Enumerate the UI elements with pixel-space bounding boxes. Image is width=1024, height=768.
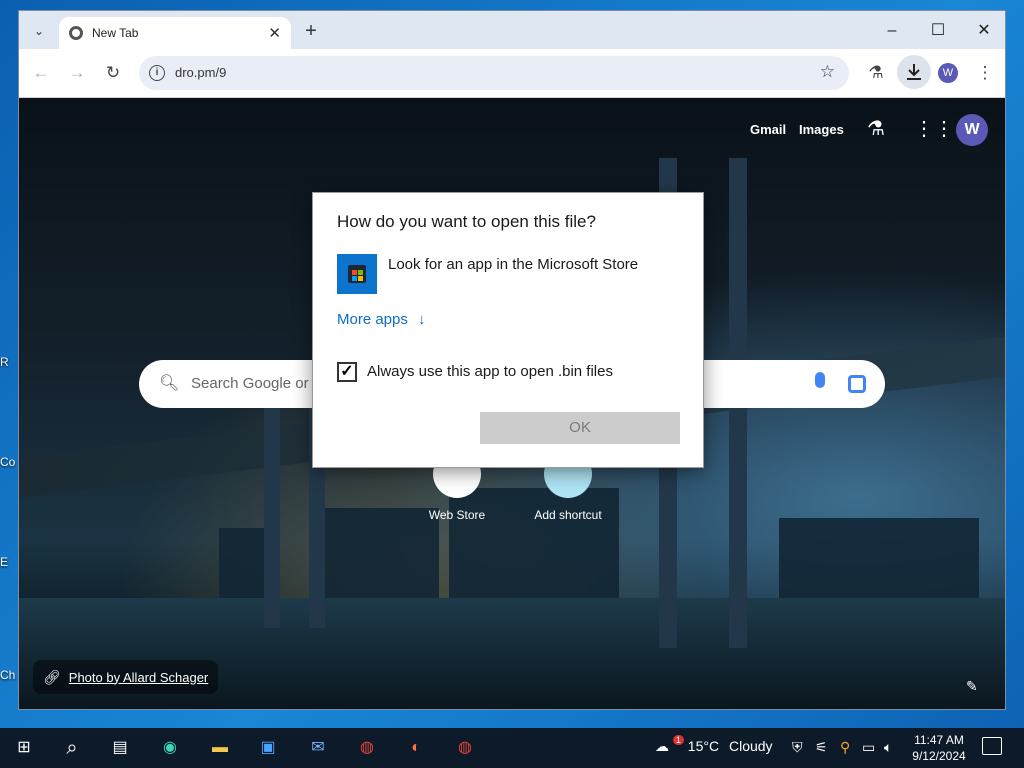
photo-credit-text: Photo by Allard Schager <box>68 669 209 685</box>
browser-toolbar: ← → ↻ i dro.pm/9 ☆ ⚗ W ⋮ <box>19 49 1005 98</box>
desktop-icon-label[interactable]: E <box>0 555 8 569</box>
profile-avatar[interactable]: W <box>938 63 958 83</box>
tab-title: New Tab <box>92 26 139 40</box>
display-icon[interactable]: ▭ <box>862 739 875 756</box>
dialog-title: How do you want to open this file? <box>337 212 596 231</box>
forward-arrow-icon[interactable]: → <box>65 61 89 85</box>
background-bridge-tower <box>264 388 280 628</box>
shortcut-label: Add shortcut <box>534 508 602 522</box>
tab-search-icon[interactable]: ⌄ <box>27 19 51 43</box>
more-apps-label: More apps <box>337 311 408 328</box>
clock-time: 11:47 AM <box>914 733 964 747</box>
open-with-dialog: How do you want to open this file? Look … <box>312 192 704 468</box>
new-tab-button[interactable]: + <box>299 19 323 43</box>
store-bag-icon <box>348 265 366 283</box>
security-icon[interactable]: ⛨ <box>792 739 803 756</box>
tab-close-icon[interactable]: ✕ <box>268 24 281 42</box>
customize-pencil-icon[interactable]: ✎ <box>966 678 978 695</box>
store-option-label[interactable]: Look for an app in the Microsoft Store <box>388 256 638 273</box>
desktop-icon-label[interactable]: Co <box>0 455 15 469</box>
url-text[interactable]: dro.pm/9 <box>175 65 226 80</box>
shortcut-label: Web Store <box>428 508 486 522</box>
address-bar[interactable]: i dro.pm/9 ☆ <box>139 56 849 90</box>
site-info-icon[interactable]: i <box>149 65 165 81</box>
reload-icon[interactable]: ↻ <box>101 61 125 85</box>
network-icon[interactable]: ⚟ <box>815 739 828 756</box>
mail-icon[interactable]: ✉ <box>306 736 330 760</box>
always-use-label[interactable]: Always use this app to open .bin files <box>367 363 613 380</box>
system-clock[interactable]: 11:47 AM 9/12/2024 <box>908 732 970 764</box>
labs-flask-icon[interactable]: ⚗ <box>867 116 885 141</box>
tab-strip: ⌄ New Tab ✕ + – ☐ ✕ <box>19 11 1005 49</box>
firefox-icon[interactable]: ◐ <box>404 736 428 760</box>
clock-date: 9/12/2024 <box>912 749 966 763</box>
photo-credit-link[interactable]: 🔗︎ Photo by Allard Schager <box>33 660 219 694</box>
notification-center-icon[interactable] <box>982 737 1002 755</box>
images-link[interactable]: Images <box>799 122 844 137</box>
back-arrow-icon[interactable]: ← <box>29 61 53 85</box>
gmail-link[interactable]: Gmail <box>750 122 786 137</box>
link-icon: 🔗︎ <box>43 668 61 685</box>
search-tray-icon[interactable]: ⚲ <box>840 739 850 756</box>
ok-button[interactable]: OK <box>480 412 680 444</box>
ntp-profile-avatar[interactable]: W <box>956 114 988 146</box>
search-icon: 🔍︎ <box>159 375 180 392</box>
cloud-icon: ☁ <box>655 738 669 754</box>
windows-taskbar: ⊞ ⌕ ▤ ◉ ▬ ▣ ✉ ◍ ◐ ◍ ☁ 1 15°C Cloudy ⛨ ⚟ … <box>0 728 1024 768</box>
edge-icon[interactable]: ◉ <box>158 736 182 760</box>
desktop-icon-label[interactable]: Ch <box>0 668 15 682</box>
download-icon <box>907 64 921 80</box>
weather-widget[interactable]: ☁ 1 15°C Cloudy <box>655 735 773 755</box>
weather-desc: Cloudy <box>728 738 773 754</box>
start-windows-icon[interactable]: ⊞ <box>12 736 36 760</box>
google-lens-icon[interactable] <box>848 375 866 393</box>
labs-flask-icon[interactable]: ⚗ <box>864 61 888 85</box>
chrome-icon[interactable]: ◍ <box>355 736 379 760</box>
desktop-icon-label[interactable]: R <box>0 355 9 369</box>
tab-new-tab[interactable]: New Tab ✕ <box>59 17 291 49</box>
chrome-favicon-icon <box>69 26 83 40</box>
maximize-button[interactable]: ☐ <box>915 17 961 45</box>
search-icon[interactable]: ⌕ <box>60 736 84 760</box>
search-placeholder: Search Google or <box>191 375 309 392</box>
voice-search-mic-icon[interactable] <box>815 372 825 388</box>
file-explorer-icon[interactable]: ▬ <box>208 736 232 760</box>
background-city <box>779 518 979 598</box>
minimize-button[interactable]: – <box>869 17 915 45</box>
store-icon[interactable]: ▣ <box>256 736 280 760</box>
microsoft-store-icon[interactable] <box>337 254 377 294</box>
task-view-icon[interactable]: ▤ <box>108 736 132 760</box>
more-apps-link[interactable]: More apps ↓ <box>337 311 426 328</box>
arrow-down-icon: ↓ <box>418 311 426 328</box>
bookmark-star-icon[interactable]: ☆ <box>820 62 835 82</box>
chrome-dev-icon[interactable]: ◍ <box>453 736 477 760</box>
menu-kebab-icon[interactable]: ⋮ <box>973 61 997 85</box>
downloads-button[interactable] <box>897 55 931 89</box>
weather-badge: 1 <box>672 735 684 745</box>
always-use-checkbox[interactable]: ✓ <box>337 362 357 382</box>
close-window-button[interactable]: ✕ <box>961 17 1005 45</box>
weather-temp: 15°C <box>687 738 720 754</box>
speaker-muted-icon[interactable]: 🔈︎ <box>884 739 892 756</box>
